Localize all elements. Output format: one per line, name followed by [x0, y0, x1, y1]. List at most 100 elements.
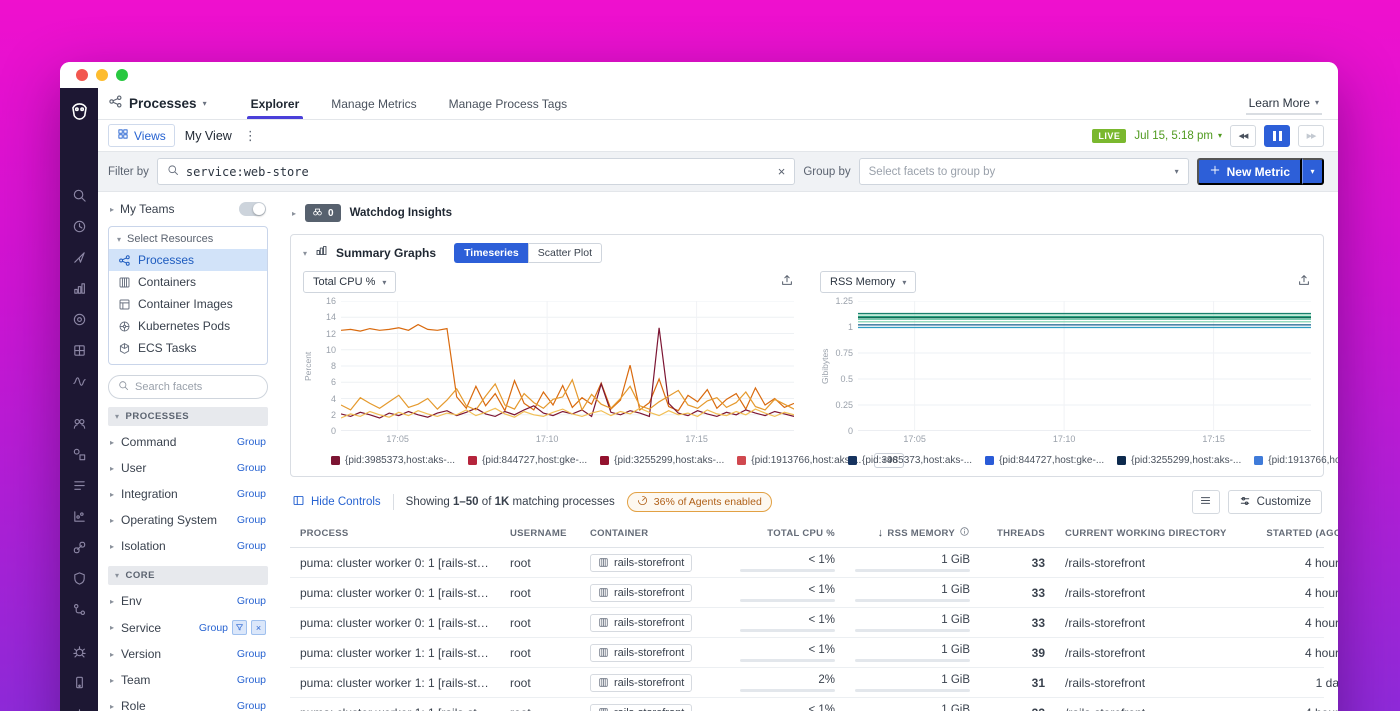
col-started[interactable]: STARTED (AGO)	[1250, 526, 1338, 540]
close-window-button[interactable]	[76, 69, 88, 81]
col-container[interactable]: CONTAINER	[580, 526, 730, 540]
resource-ecs-tasks[interactable]: ECS Tasks	[109, 337, 267, 359]
resource-containers[interactable]: Containers	[109, 271, 267, 293]
group-link[interactable]: Group	[237, 595, 266, 607]
new-metric-button[interactable]: New Metric	[1197, 158, 1302, 185]
group-link[interactable]: Group	[237, 514, 266, 526]
table-row[interactable]: puma: cluster worker 0: 1 [rails-storefr…	[290, 608, 1324, 638]
filter-funnel-button[interactable]	[232, 620, 247, 635]
col-process[interactable]: PROCESS	[290, 526, 500, 540]
facet-team[interactable]: ▸TeamGroup	[108, 667, 268, 693]
nav-watchdog-button[interactable]	[72, 312, 87, 332]
group-link[interactable]: Group	[237, 462, 266, 474]
time-range-selector[interactable]: Jul 15, 5:18 pm ▾	[1134, 130, 1222, 142]
datadog-logo[interactable]	[69, 100, 90, 126]
facet-role[interactable]: ▸RoleGroup	[108, 693, 268, 711]
pause-button[interactable]	[1264, 125, 1290, 147]
nav-org-button[interactable]	[72, 416, 87, 436]
table-row[interactable]: puma: cluster worker 1: 1 [rails-storefr…	[290, 668, 1324, 698]
memory-timeseries-chart[interactable]	[858, 301, 1311, 431]
group-link[interactable]: Group	[237, 540, 266, 552]
tab-manage-metrics[interactable]: Manage Metrics	[315, 88, 432, 119]
export-icon[interactable]	[1297, 273, 1311, 292]
nav-infrastructure-button[interactable]	[72, 343, 87, 363]
facet-command[interactable]: ▸CommandGroup	[108, 429, 268, 455]
group-by-select[interactable]: Select facets to group by ▾	[859, 158, 1189, 185]
info-icon[interactable]	[959, 526, 970, 540]
group-link[interactable]: Group	[237, 648, 266, 660]
cpu-timeseries-chart[interactable]	[341, 301, 794, 431]
views-button[interactable]: Views	[108, 124, 175, 147]
clear-filter-button[interactable]: ×	[251, 620, 266, 635]
nav-apm-button[interactable]	[72, 374, 87, 394]
learn-more-link[interactable]: Learn More ▾	[1246, 93, 1322, 115]
tab-manage-process-tags[interactable]: Manage Process Tags	[433, 88, 584, 119]
scatter-plot-toggle[interactable]: Scatter Plot	[528, 243, 602, 263]
search-facets-input[interactable]	[135, 381, 245, 393]
chevron-down-icon[interactable]: ▾	[303, 249, 307, 258]
nav-security-button[interactable]	[72, 571, 87, 591]
facet-integration[interactable]: ▸IntegrationGroup	[108, 481, 268, 507]
col-username[interactable]: USERNAME	[500, 526, 580, 540]
container-tag[interactable]: rails-storefront	[590, 614, 692, 632]
timeseries-toggle[interactable]: Timeseries	[454, 243, 528, 263]
facet-operating-system[interactable]: ▸Operating SystemGroup	[108, 507, 268, 533]
legend-item[interactable]: {pid:844727,host:gke-...	[468, 455, 587, 466]
nav-logs-button[interactable]	[72, 478, 87, 498]
hide-controls-button[interactable]: Hide Controls	[292, 494, 381, 510]
col-rss-memory[interactable]: ↓ RSS MEMORY	[845, 526, 980, 540]
facet-section-core[interactable]: ▾CORE	[108, 566, 268, 585]
legend-item[interactable]: {pid:3255299,host:aks-...	[1117, 455, 1241, 466]
table-row[interactable]: puma: cluster worker 0: 1 [rails-storefr…	[290, 578, 1324, 608]
skip-back-button[interactable]: ◀◀	[1230, 125, 1256, 147]
col-cwd[interactable]: CURRENT WORKING DIRECTORY	[1055, 526, 1250, 540]
facet-env[interactable]: ▸EnvGroup	[108, 588, 268, 614]
nav-links-button[interactable]	[72, 540, 87, 560]
legend-item[interactable]: {pid:3985373,host:aks-...	[331, 455, 455, 466]
nav-dashboards-button[interactable]	[72, 281, 87, 301]
table-row[interactable]: puma: cluster worker 1: 1 [rails-storefr…	[290, 638, 1324, 668]
skip-forward-button[interactable]: ▶▶	[1298, 125, 1324, 147]
facet-version[interactable]: ▸VersionGroup	[108, 641, 268, 667]
customize-button[interactable]: Customize	[1228, 490, 1322, 514]
filter-query-input[interactable]	[186, 165, 771, 179]
container-tag[interactable]: rails-storefront	[590, 644, 692, 662]
table-row[interactable]: puma: cluster worker 1: 1 [rails-storefr…	[290, 698, 1324, 711]
nav-bug-button[interactable]	[72, 644, 87, 664]
view-options-kebab-icon[interactable]: ⋮	[242, 128, 259, 144]
new-metric-dropdown[interactable]: ▾	[1302, 158, 1324, 185]
nav-traces-button[interactable]	[72, 509, 87, 529]
nav-mobile-button[interactable]	[72, 675, 87, 695]
legend-item[interactable]: {pid:1913766,host:aks-...	[1254, 455, 1338, 466]
chevron-right-icon[interactable]: ▸	[110, 205, 114, 214]
container-tag[interactable]: rails-storefront	[590, 554, 692, 572]
memory-metric-selector[interactable]: RSS Memory ▾	[820, 271, 916, 293]
group-link[interactable]: Group	[199, 622, 228, 634]
facet-isolation[interactable]: ▸IsolationGroup	[108, 533, 268, 559]
minimize-window-button[interactable]	[96, 69, 108, 81]
table-row[interactable]: puma: cluster worker 0: 1 [rails-storefr…	[290, 548, 1324, 578]
nav-search-button[interactable]	[72, 188, 87, 208]
tab-explorer[interactable]: Explorer	[235, 88, 316, 119]
col-total-cpu[interactable]: TOTAL CPU %	[730, 526, 845, 540]
my-teams-toggle[interactable]	[239, 202, 266, 216]
row-density-button[interactable]	[1192, 490, 1220, 514]
container-tag[interactable]: rails-storefront	[590, 674, 692, 692]
resource-container-images[interactable]: Container Images	[109, 293, 267, 315]
col-threads[interactable]: THREADS	[980, 526, 1055, 540]
cpu-metric-selector[interactable]: Total CPU % ▾	[303, 271, 396, 293]
nav-ci-button[interactable]	[72, 602, 87, 622]
select-resources-header[interactable]: ▾ Select Resources	[109, 230, 267, 249]
group-link[interactable]: Group	[237, 488, 266, 500]
watchdog-insights-row[interactable]: ▸ 0 Watchdog Insights	[290, 200, 1324, 234]
resource-processes[interactable]: Processes	[109, 249, 267, 271]
nav-profiling-button[interactable]	[72, 706, 87, 711]
group-link[interactable]: Group	[237, 674, 266, 686]
container-tag[interactable]: rails-storefront	[590, 704, 692, 711]
group-link[interactable]: Group	[237, 436, 266, 448]
agents-enabled-badge[interactable]: 36% of Agents enabled	[627, 492, 772, 512]
resource-kubernetes-pods[interactable]: Kubernetes Pods	[109, 315, 267, 337]
nav-navigate-button[interactable]	[72, 250, 87, 270]
clear-query-icon[interactable]: ×	[778, 164, 786, 179]
export-icon[interactable]	[780, 273, 794, 292]
